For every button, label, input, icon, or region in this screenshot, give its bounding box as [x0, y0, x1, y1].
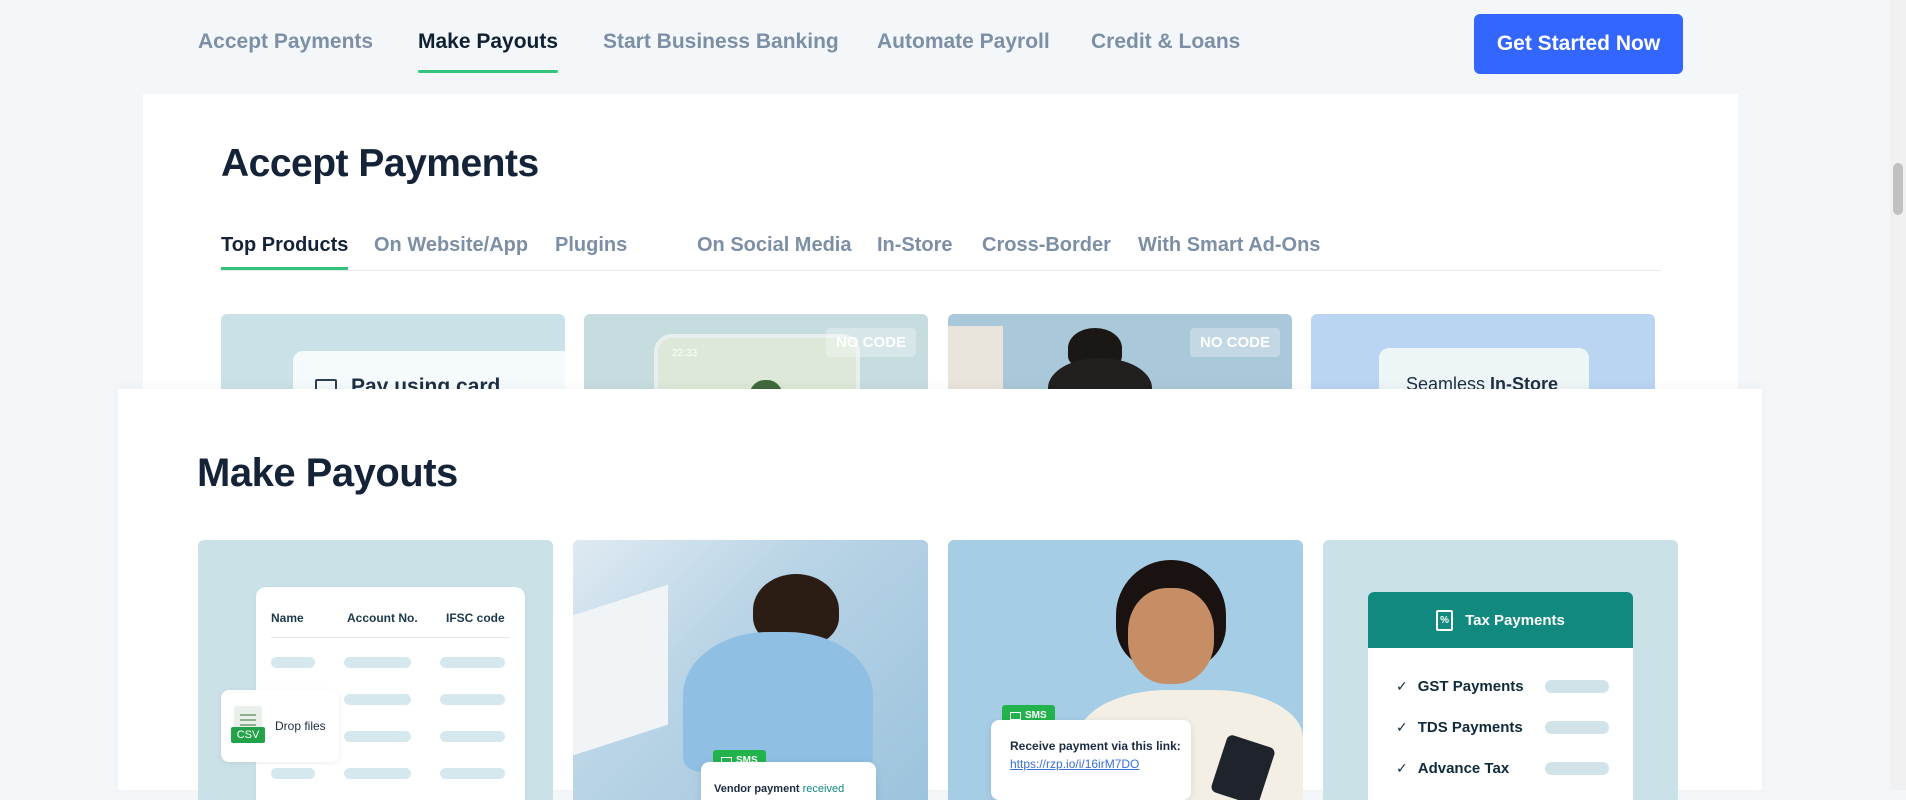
payout-tile-tax-payments[interactable]: % Tax Payments ✓ GST Payments ✓ TDS Paym…	[1323, 540, 1678, 800]
get-started-button[interactable]: Get Started Now	[1474, 14, 1683, 74]
accept-payments-title: Accept Payments	[221, 142, 539, 185]
tax-payments-header: % Tax Payments	[1368, 592, 1633, 648]
product-tile-in-store[interactable]: Seamless In-Store	[1311, 314, 1655, 394]
placeholder-bar	[1545, 680, 1609, 693]
check-icon: ✓	[1396, 719, 1408, 735]
tab-website-app[interactable]: On Website/App	[374, 234, 528, 257]
man-shirt-illustration	[683, 632, 873, 772]
woman-face-illustration	[1128, 588, 1214, 684]
in-store-preview: Seamless In-Store	[1379, 348, 1589, 394]
tax-item-label: TDS Payments	[1417, 719, 1523, 736]
drop-files-zone[interactable]: CSV Drop files	[221, 690, 339, 762]
no-code-badge: NO CODE	[1189, 328, 1280, 357]
make-payouts-section: Make Payouts Name Account No. IFSC code	[118, 389, 1762, 800]
card-preview: Pay using card	[293, 351, 565, 394]
product-tile-payment-pages[interactable]: 22:33 NO CODE	[584, 314, 928, 394]
nav-item-make-payouts[interactable]: Make Payouts	[418, 30, 559, 73]
nav-item-business-banking[interactable]: Start Business Banking	[603, 30, 839, 54]
couch-illustration	[948, 326, 1003, 394]
percent-document-icon: %	[1436, 609, 1454, 631]
product-tile-social[interactable]: NO CODE	[948, 314, 1292, 394]
payout-tile-bulk-upload[interactable]: Name Account No. IFSC code CSV Drop file…	[198, 540, 553, 800]
vendor-message-rest: received	[802, 783, 845, 795]
vendor-sms-message: Vendor payment received	[701, 762, 876, 800]
tax-item-gst: ✓ GST Payments	[1396, 678, 1524, 695]
tax-item-label: Advance Tax	[1417, 760, 1510, 777]
mail-icon	[1010, 711, 1021, 720]
placeholder-cell	[344, 657, 411, 668]
tax-payments-title: Tax Payments	[1465, 611, 1565, 629]
accept-payments-section: Accept Payments Top Products On Website/…	[143, 94, 1738, 394]
placeholder-cell	[271, 768, 315, 779]
column-header-name: Name	[271, 611, 304, 625]
table-divider	[271, 637, 510, 638]
tax-item-advance: ✓ Advance Tax	[1396, 760, 1509, 777]
placeholder-cell	[344, 694, 411, 705]
tax-item-label: GST Payments	[1417, 678, 1524, 695]
payout-link-message: Receive payment via this link: https://r…	[991, 720, 1191, 800]
placeholder-cell	[344, 731, 411, 742]
column-header-account: Account No.	[347, 611, 418, 625]
make-payouts-title: Make Payouts	[197, 451, 458, 495]
placeholder-cell	[440, 731, 505, 742]
placeholder-cell	[440, 657, 505, 668]
payout-link-text: Receive payment via this link:	[1010, 739, 1181, 753]
nav-item-automate-payroll[interactable]: Automate Payroll	[877, 30, 1050, 54]
tab-plugins[interactable]: Plugins	[555, 234, 627, 257]
tab-social-media[interactable]: On Social Media	[697, 234, 851, 257]
drop-files-label: Drop files	[275, 719, 326, 733]
check-icon: ✓	[1396, 760, 1408, 776]
page-scrollbar[interactable]	[1890, 0, 1906, 790]
placeholder-cell	[440, 768, 505, 779]
tab-in-store[interactable]: In-Store	[877, 234, 953, 257]
nav-item-credit-loans[interactable]: Credit & Loans	[1091, 30, 1240, 54]
phone-time: 22:33	[672, 348, 698, 359]
tax-item-tds: ✓ TDS Payments	[1396, 719, 1523, 736]
scrollbar-thumb[interactable]	[1893, 163, 1903, 215]
placeholder-cell	[271, 657, 315, 668]
placeholder-bar	[1545, 721, 1609, 734]
tab-top-products[interactable]: Top Products	[221, 234, 349, 270]
payout-tile-payout-links[interactable]: SMS Receive payment via this link: https…	[948, 540, 1303, 800]
placeholder-bar	[1545, 762, 1609, 775]
tab-smart-add-ons[interactable]: With Smart Ad-Ons	[1138, 234, 1320, 257]
accept-payments-tabs: Top Products On Website/App Plugins On S…	[221, 234, 1661, 271]
placeholder-cell	[344, 768, 411, 779]
top-navigation: Accept Payments Make Payouts Start Busin…	[0, 0, 1890, 94]
tab-cross-border[interactable]: Cross-Border	[982, 234, 1111, 257]
no-code-badge: NO CODE	[825, 328, 916, 357]
csv-label: CSV	[231, 727, 265, 743]
payout-link-url[interactable]: https://rzp.io/i/16irM7DO	[1010, 757, 1139, 771]
column-header-ifsc: IFSC code	[446, 611, 505, 625]
nav-item-accept-payments[interactable]: Accept Payments	[198, 30, 373, 54]
placeholder-cell	[440, 694, 505, 705]
tax-payments-card: % Tax Payments ✓ GST Payments ✓ TDS Paym…	[1368, 592, 1633, 800]
product-tile-card-payments[interactable]: Pay using card	[221, 314, 565, 394]
check-icon: ✓	[1396, 678, 1408, 694]
vendor-message-bold: Vendor payment	[714, 783, 800, 795]
payout-tile-vendor-payments[interactable]: SMS Vendor payment received	[573, 540, 928, 800]
